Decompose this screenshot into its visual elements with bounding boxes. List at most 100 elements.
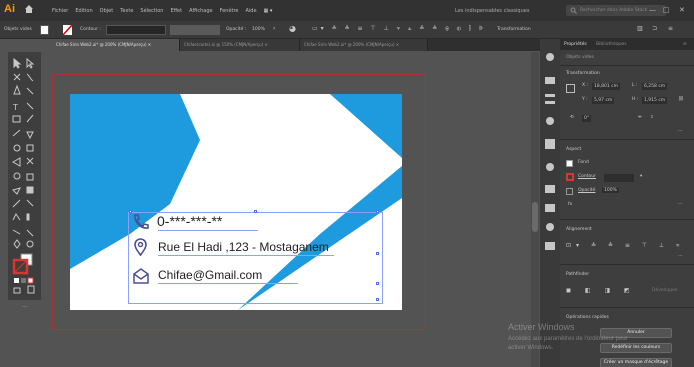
stroke-weight-input[interactable] [604,174,634,182]
reference-point-icon[interactable] [566,84,575,93]
appearance-panel-icon[interactable] [545,185,555,193]
w-field[interactable]: 6,258 cm [642,83,668,90]
menu-edit[interactable]: Edition [75,8,92,14]
magic-wand-tool-icon[interactable] [13,73,21,81]
align-buttons-icons[interactable]: ⊡▾ ≛ ≜ ≡ ⊤ ⊥ ⫧ [566,242,684,250]
opacity-field[interactable]: 100% [602,188,619,193]
rectangle-tool-icon[interactable] [12,115,21,123]
tab-document-2[interactable]: Chifae(carte).ai @ 150% (CMJN/Aperçu) ✕ [180,39,300,51]
pencil-tool-icon[interactable] [12,129,21,137]
scrollbar-thumb[interactable] [532,202,538,232]
graphic-styles-icon[interactable] [545,204,555,212]
transparency-panel-icon[interactable] [546,163,554,171]
panel-options-icon[interactable]: ▥ [637,25,643,32]
scale-tool-icon[interactable] [26,144,34,152]
paintbrush-tool-icon[interactable] [26,114,34,123]
vertical-scrollbar[interactable] [531,52,539,367]
pathfinder-icons[interactable]: ◼ ◧ ◨ ◩ [566,287,636,294]
recolor-button[interactable]: Redéfinir les couleurs [600,343,672,353]
color-panel-icon[interactable] [546,53,554,61]
symbols-panel-icon[interactable] [545,101,555,104]
flip-horizontal-icon[interactable]: ⇹ [638,115,642,120]
y-field[interactable]: 5,97 cm [592,97,615,104]
opacity-value[interactable]: 100% [252,27,265,32]
menu-effect[interactable]: Effet [170,8,182,14]
menu-icon[interactable]: ≡ [668,25,673,32]
stroke-weight-field[interactable] [106,25,166,35]
card-email-text[interactable]: Chifae@Gmail.com [158,268,262,282]
clipping-mask-button[interactable]: Créer un masque d'écrêtage [600,358,672,367]
artboards-panel-icon[interactable] [545,242,555,250]
fill-swatch[interactable] [40,25,49,35]
panel-menu-icon[interactable]: ≡ [683,42,687,47]
rotate-tool-icon[interactable] [13,144,21,152]
brush-field[interactable] [170,25,220,35]
type-tool-icon[interactable]: T [12,103,18,112]
flip-vertical-icon[interactable]: ⇳ [650,115,654,120]
more-tools-icon[interactable]: ··· [22,304,28,311]
selection-tool-icon[interactable] [13,57,22,69]
more-options-icon[interactable]: ··· [678,202,682,207]
more-options-icon[interactable]: ··· [678,129,682,134]
menu-view[interactable]: Affichage [189,8,213,14]
gradient-mode-icon[interactable] [21,278,26,283]
draw-mode-icon[interactable] [13,287,21,294]
slice-tool-icon[interactable] [26,229,34,237]
menu-object[interactable]: Objet [100,8,114,14]
more-options-icon[interactable]: ··· [678,254,682,259]
transform-link[interactable]: Transformation [497,27,531,32]
color-mode-icon[interactable] [14,278,19,283]
menu-help[interactable]: Aide [246,8,257,14]
tab-document-3[interactable]: Chifae Sirin Web2.ai* @ 200% (CMJN/Aperç… [300,39,428,51]
close-button[interactable]: ✕ [679,6,685,14]
link-proportions-icon[interactable]: ⛓ [678,97,684,102]
column-graph-tool-icon[interactable] [26,213,30,221]
pen-tool-icon[interactable] [13,84,21,95]
direct-selection-tool-icon[interactable] [26,57,35,69]
mesh-tool-icon[interactable] [12,187,21,195]
x-field[interactable]: 18,801 cm [592,83,621,90]
fill-swatch-small[interactable] [566,160,573,167]
stroke-swatch-small[interactable] [566,173,574,181]
bbox-handle[interactable] [254,210,257,213]
bbox-handle[interactable] [376,210,379,213]
perspective-grid-tool-icon[interactable] [26,173,34,181]
swatches-panel-icon[interactable] [545,77,555,84]
none-mode-icon[interactable] [27,277,34,284]
artboard-tool-icon[interactable] [12,229,21,235]
home-icon[interactable] [24,4,34,14]
maximize-button[interactable]: □ [663,6,670,14]
arrange-icon[interactable]: ⊐ [652,25,657,32]
eraser-tool-icon[interactable] [26,131,34,140]
stroke-swatch[interactable] [62,24,73,36]
bbox-handle[interactable] [376,282,379,285]
menu-select[interactable]: Sélection [140,8,163,14]
menu-type[interactable]: Texte [120,8,133,14]
bbox-handle[interactable] [376,252,379,255]
menu-file[interactable]: Fichier [52,8,68,14]
stroke-label-link[interactable]: Contour [578,174,596,179]
menu-window[interactable]: Fenêtre [220,8,239,14]
symbol-sprayer-tool-icon[interactable] [12,213,21,221]
hand-tool-icon[interactable] [13,239,21,249]
line-tool-icon[interactable] [26,102,34,110]
h-field[interactable]: 1,915 cm [642,97,668,104]
workspace-switcher[interactable]: Les indispensables classiques [455,8,529,14]
recolor-icon[interactable]: ◕ [289,24,296,33]
width-tool-icon[interactable] [11,157,21,167]
card-phone-text[interactable]: 0-***-***-** [157,213,222,229]
opacity-label-link[interactable]: Opacité [578,188,595,193]
card-address-text[interactable]: Rue El Hadi ,123 - Mostaganem [158,240,329,254]
angle-field[interactable]: 0° [582,115,592,122]
shape-builder-tool-icon[interactable] [13,172,21,180]
gradient-panel-icon[interactable] [545,139,555,149]
screen-mode-icon[interactable] [27,285,35,294]
bbox-handle[interactable] [376,298,379,301]
align-icons[interactable]: ▭▾ ≛ ≜ ≡ ⊤ ⊥ ⫧ ⫨ ≚ ≙ ⦿ ⦶ ⫿ ⊪ [312,25,487,33]
brushes-panel-icon[interactable] [545,94,555,97]
lasso-tool-icon[interactable] [26,73,34,82]
layers-panel-icon[interactable] [546,223,554,231]
blend-tool-icon[interactable] [26,199,34,207]
zoom-tool-icon[interactable] [26,240,34,248]
fx-icon[interactable]: fx [568,202,572,207]
